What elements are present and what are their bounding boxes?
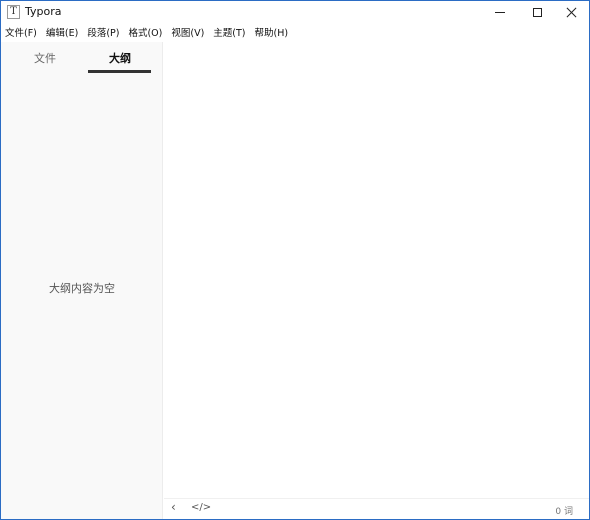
menu-bar: 文件(F) 编辑(E) 段落(P) 格式(O) 视图(V) 主题(T) 帮助(H…	[1, 23, 589, 41]
minimize-icon	[495, 11, 505, 13]
maximize-icon	[532, 7, 542, 17]
menu-paragraph[interactable]: 段落(P)	[87, 25, 119, 39]
close-button[interactable]	[554, 1, 588, 23]
outline-empty-message: 大纲内容为空	[49, 282, 115, 295]
menu-help[interactable]: 帮助(H)	[255, 25, 289, 39]
tab-outline[interactable]: 大纲	[89, 50, 151, 70]
menu-theme[interactable]: 主题(T)	[213, 25, 245, 39]
window-title: Typora	[25, 5, 62, 18]
menu-view[interactable]: 视图(V)	[171, 25, 204, 39]
menu-format[interactable]: 格式(O)	[128, 25, 162, 39]
close-icon	[566, 7, 577, 18]
typora-app-icon: T	[7, 5, 20, 19]
toggle-sidebar-icon[interactable]: ‹	[171, 500, 176, 514]
menu-edit[interactable]: 编辑(E)	[46, 25, 78, 39]
active-tab-indicator	[88, 70, 151, 73]
menu-file[interactable]: 文件(F)	[5, 25, 37, 39]
word-count[interactable]: 0 词	[555, 504, 573, 517]
sidebar: 文件 大纲 大纲内容为空	[1, 42, 163, 519]
source-code-mode-icon[interactable]: </>	[191, 502, 211, 513]
minimize-button[interactable]	[483, 1, 517, 23]
app-window: T Typora 文件(F) 编辑(E) 段落(P) 格式(O) 视图(V) 主…	[0, 0, 590, 520]
title-bar[interactable]: T Typora	[1, 1, 589, 23]
tab-files[interactable]: 文件	[15, 50, 75, 70]
maximize-button[interactable]	[520, 1, 554, 23]
editor-area[interactable]	[164, 42, 589, 498]
status-bar: ‹ </> 0 词	[164, 498, 589, 519]
